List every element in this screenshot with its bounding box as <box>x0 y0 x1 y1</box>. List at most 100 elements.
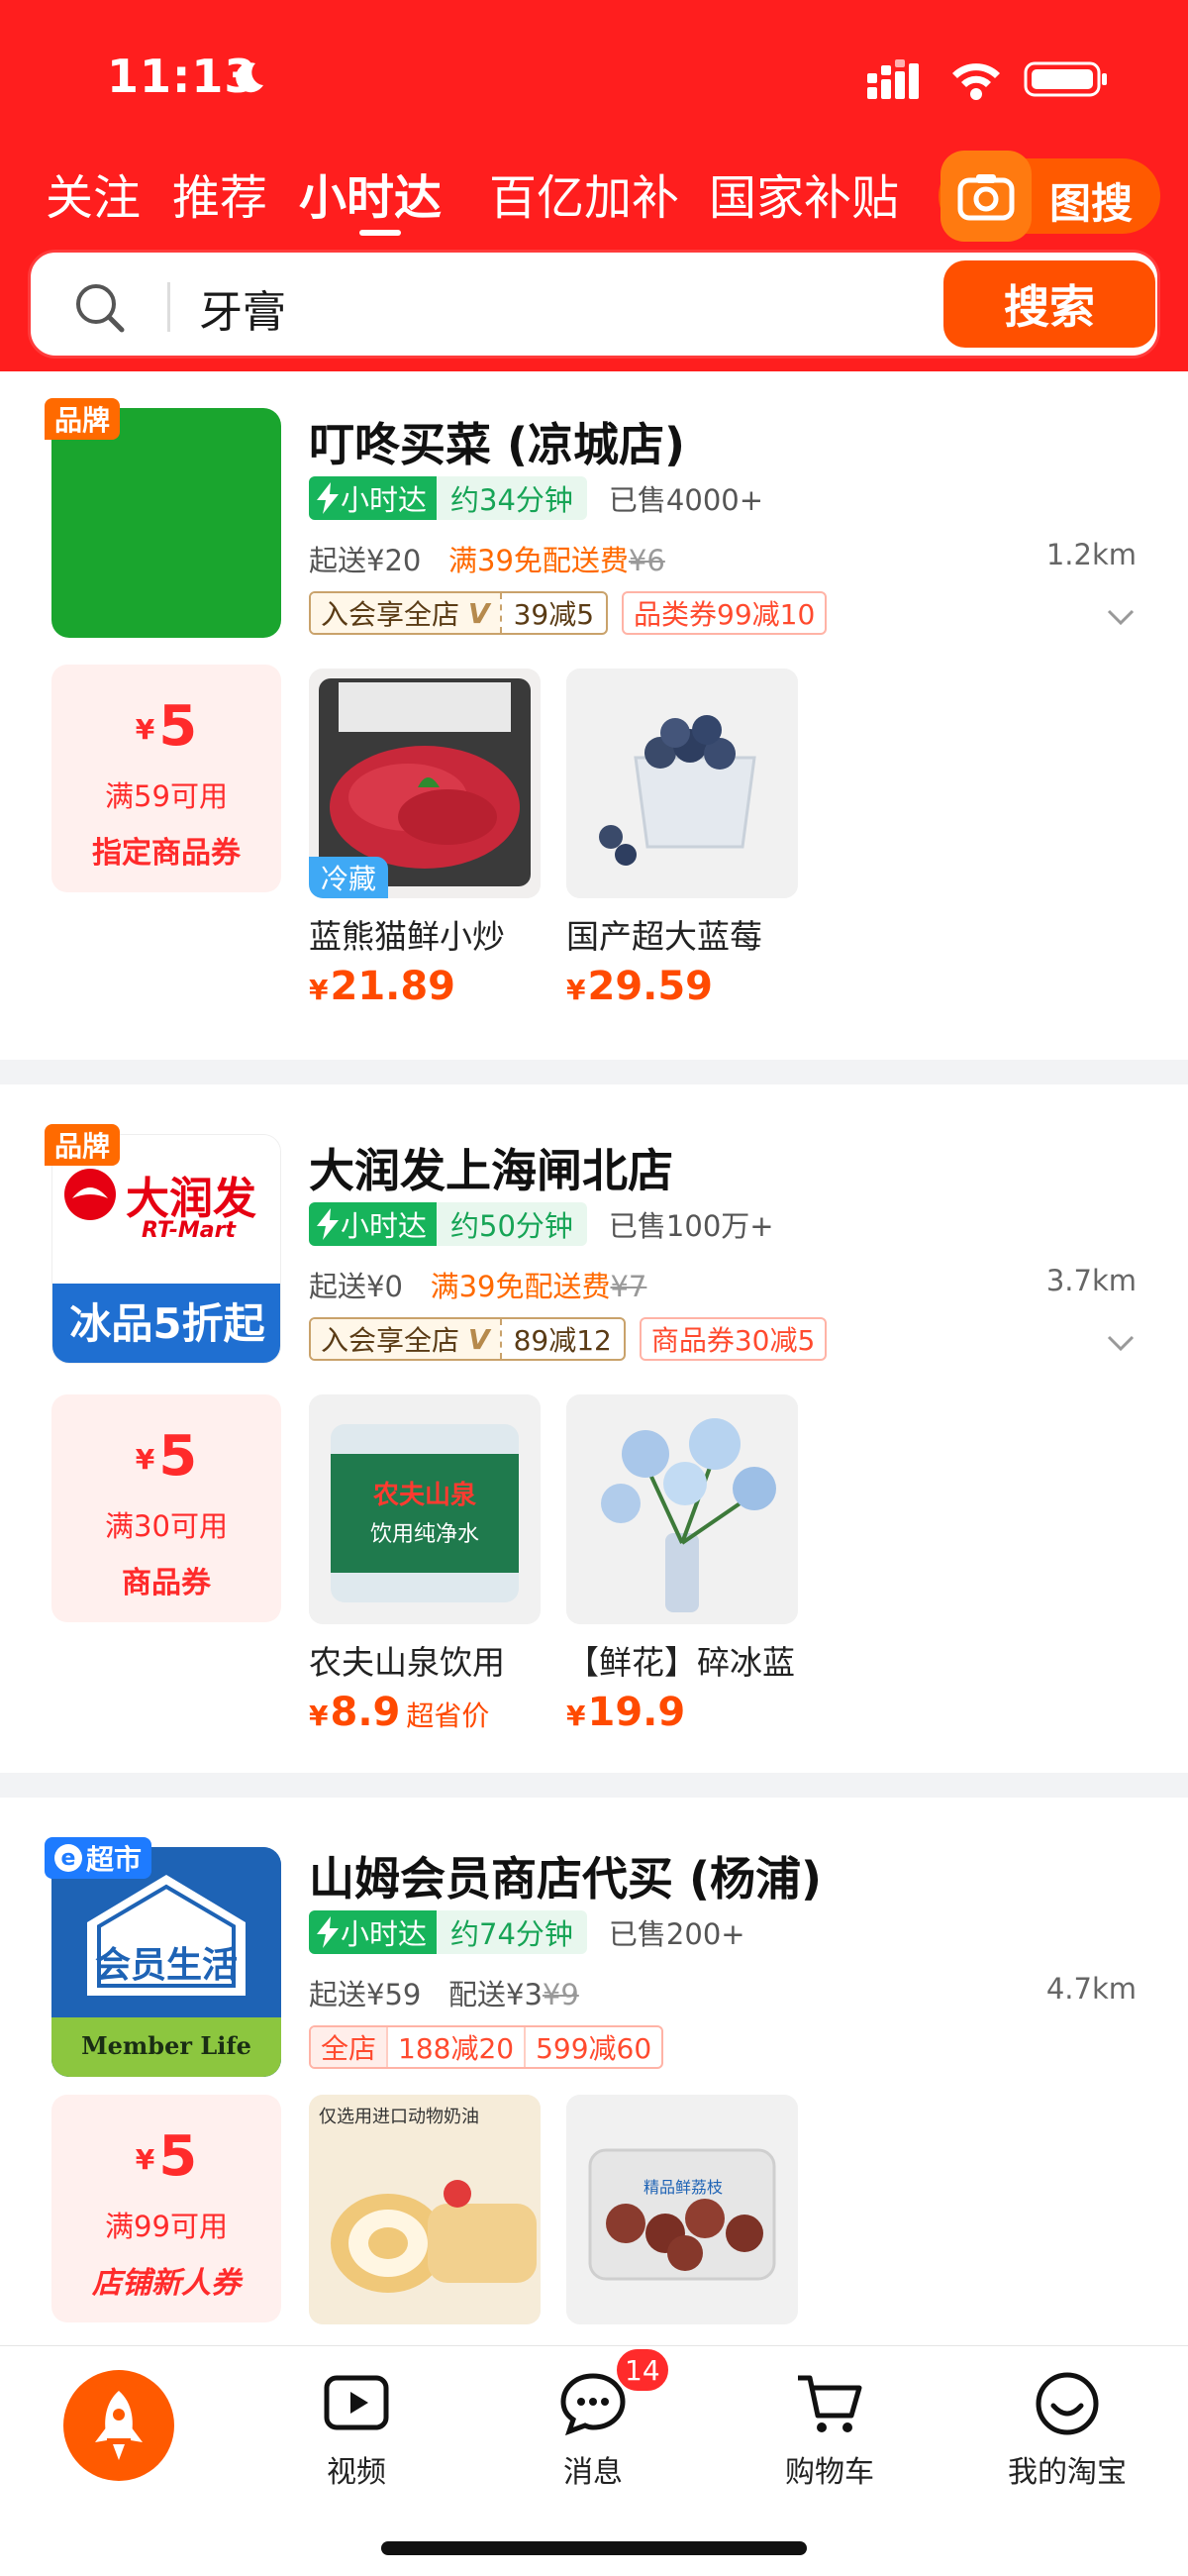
voucher-type: 店铺新人券 <box>92 2266 241 2301</box>
search-divider <box>167 282 170 332</box>
tab-national-subsidy[interactable]: 国家补贴 <box>709 158 899 228</box>
cart-icon <box>798 2375 862 2432</box>
store-name[interactable]: 山姆会员商店代买 (杨浦) <box>309 1843 822 1908</box>
store-card[interactable]: 大润发 RT-Mart 冰品5折起 品牌 大润发上海闸北店 小时达 约50分钟 … <box>0 1084 1188 1773</box>
store-coupon-label: 全店 <box>311 2027 387 2067</box>
tab-video-label: 视频 <box>327 2455 386 2490</box>
distance: 4.7km <box>1045 1972 1137 2006</box>
product-image <box>566 669 798 898</box>
price-currency: ¥ <box>566 1700 586 1732</box>
top-tabs: 关注 推荐 小时达 百亿加补 国家补贴 图搜 <box>0 149 1188 243</box>
chevron-down-icon[interactable] <box>1107 609 1135 625</box>
home-indicator <box>381 2541 807 2555</box>
store-card[interactable]: 会员生活 Member Life e 超市 山姆会员商店代买 (杨浦) 小时达 约… <box>0 1798 1188 2352</box>
hourly-badge: 小时达 <box>309 1202 438 1246</box>
product-price: ¥29.59 <box>566 964 798 1009</box>
tab-recommend[interactable]: 推荐 <box>172 158 267 228</box>
hourly-badge: 小时达 <box>309 476 438 520</box>
tab-messages-label: 消息 <box>563 2455 623 2490</box>
store-coupon[interactable]: 全店 188减20 599减60 <box>309 2025 664 2069</box>
store-name[interactable]: 大润发上海闸北店 <box>309 1135 673 1200</box>
brand-tag: 品牌 <box>45 398 121 440</box>
product-card[interactable]: 精品鲜荔枝 <box>566 2095 798 2324</box>
voucher-condition: 满99可用 <box>105 2210 228 2243</box>
voucher-amount-value: 5 <box>158 694 198 759</box>
member-coupon[interactable]: 入会享全店 V 89减12 <box>309 1317 626 1361</box>
sold-count: 已售100万+ <box>608 1209 774 1243</box>
product-name: 蓝熊猫鲜小炒 <box>309 917 505 956</box>
store-voucher[interactable]: ¥5 满99可用 店铺新人券 <box>51 2095 281 2322</box>
tab-follow[interactable]: 关注 <box>46 158 141 228</box>
search-input[interactable]: 牙膏 <box>199 276 753 340</box>
chevron-down-icon[interactable] <box>1107 1335 1135 1351</box>
min-order: 起送¥0 <box>309 1270 403 1303</box>
flowers-image <box>566 1394 798 1624</box>
delivery-fee: 配送¥3 <box>448 1978 543 2011</box>
eta: 约34分钟 <box>437 476 587 520</box>
store-list: 品牌 叮咚买菜 (凉城店) 小时达 约34分钟 已售4000+ 起送¥20 满3… <box>0 371 1188 2352</box>
sold-count: 已售4000+ <box>608 483 764 517</box>
product-card[interactable]: 仅选用进口动物奶油 <box>309 2095 541 2324</box>
price-value: 21.89 <box>330 964 456 1009</box>
svg-text:农夫山泉: 农夫山泉 <box>372 1480 477 1510</box>
store-name[interactable]: 叮咚买菜 (凉城店) <box>309 409 685 474</box>
product-image-caption: 仅选用进口动物奶油 <box>319 2107 479 2127</box>
product-coupon[interactable]: 商品券30减5 <box>639 1317 828 1361</box>
member-coupon-label: 入会享全店 V <box>311 593 500 633</box>
coupon-row: 入会享全店 V 39减5 品类券99减10 <box>309 591 828 635</box>
hourly-badge-label: 小时达 <box>341 483 428 517</box>
image-search-button[interactable]: 图搜 <box>939 151 1160 242</box>
store-logo[interactable] <box>51 408 281 638</box>
hourly-badge-label: 小时达 <box>341 1209 428 1243</box>
voucher-amount: ¥5 <box>51 1424 281 1489</box>
cold-storage-tag: 冷藏 <box>309 857 389 898</box>
store-coupon-a: 188减20 <box>386 2027 524 2067</box>
member-coupon[interactable]: 入会享全店 V 39减5 <box>309 591 609 635</box>
moon-icon <box>236 62 263 93</box>
coupon-row: 入会享全店 V 89减12 商品券30减5 <box>309 1317 828 1361</box>
svg-text:饮用纯净水: 饮用纯净水 <box>370 1522 479 1547</box>
store-card[interactable]: 品牌 叮咚买菜 (凉城店) 小时达 约34分钟 已售4000+ 起送¥20 满3… <box>0 371 1188 1060</box>
tab-my-taobao[interactable]: 我的淘宝 <box>988 2368 1146 2491</box>
sold-count: 已售200+ <box>608 1917 745 1951</box>
old-fee: ¥6 <box>628 544 665 577</box>
price-tag: 超省价 <box>406 1700 490 1732</box>
free-delivery: 满39免配送费 <box>448 544 629 577</box>
supermarket-tag: e 超市 <box>45 1837 152 1879</box>
store-voucher[interactable]: ¥5 满30可用 商品券 <box>51 1394 281 1622</box>
smile-face-icon <box>1036 2372 1099 2435</box>
home-rocket-button[interactable] <box>63 2370 174 2481</box>
product-price: ¥19.9 <box>566 1690 798 1735</box>
product-card[interactable]: 冷藏 蓝熊猫鲜小炒 ¥21.89 <box>309 669 541 1009</box>
price-value: 29.59 <box>587 964 714 1009</box>
video-icon <box>324 2375 389 2430</box>
category-coupon[interactable]: 品类券99减10 <box>622 591 828 635</box>
product-card[interactable]: 农夫山泉 饮用纯净水 农夫山泉饮用 ¥8.9 超省价 <box>309 1394 541 1735</box>
tab-hourly-delivery[interactable]: 小时达 <box>299 158 442 228</box>
old-fee: ¥7 <box>610 1270 647 1303</box>
store-logo[interactable]: 会员生活 Member Life <box>51 1847 281 2077</box>
coupon-row: 全店 188减20 599减60 <box>309 2025 664 2069</box>
voucher-currency: ¥ <box>135 1443 155 1476</box>
product-price: ¥21.89 <box>309 964 541 1009</box>
hourly-badge: 小时达 <box>309 1910 438 1954</box>
search-button[interactable]: 搜索 <box>943 260 1155 348</box>
tab-cart[interactable]: 购物车 <box>750 2368 909 2491</box>
product-card[interactable]: 【鲜花】碎冰蓝 ¥19.9 <box>566 1394 798 1735</box>
min-order: 起送¥59 <box>309 1978 422 2011</box>
product-image <box>566 1394 798 1624</box>
tab-subsidy[interactable]: 百亿加补 <box>489 158 679 228</box>
store-voucher[interactable]: ¥5 满59可用 指定商品券 <box>51 665 281 892</box>
product-card[interactable]: 国产超大蓝莓 ¥29.59 <box>566 669 798 1009</box>
store-coupon-b: 599减60 <box>524 2027 661 2067</box>
logo-subtext: Member Life <box>81 2031 251 2060</box>
active-tab-indicator <box>359 230 401 236</box>
logo-subtext: RT-Mart <box>142 1218 236 1243</box>
delivery-badges: 小时达 约34分钟 已售4000+ <box>309 476 763 520</box>
e-icon: e <box>54 1844 82 1872</box>
eta: 约50分钟 <box>437 1202 587 1246</box>
voucher-condition: 满59可用 <box>105 779 228 813</box>
image-search-label: 图搜 <box>1049 179 1134 228</box>
store-logo[interactable]: 大润发 RT-Mart 冰品5折起 <box>51 1134 281 1364</box>
tab-video[interactable]: 视频 <box>277 2368 436 2491</box>
